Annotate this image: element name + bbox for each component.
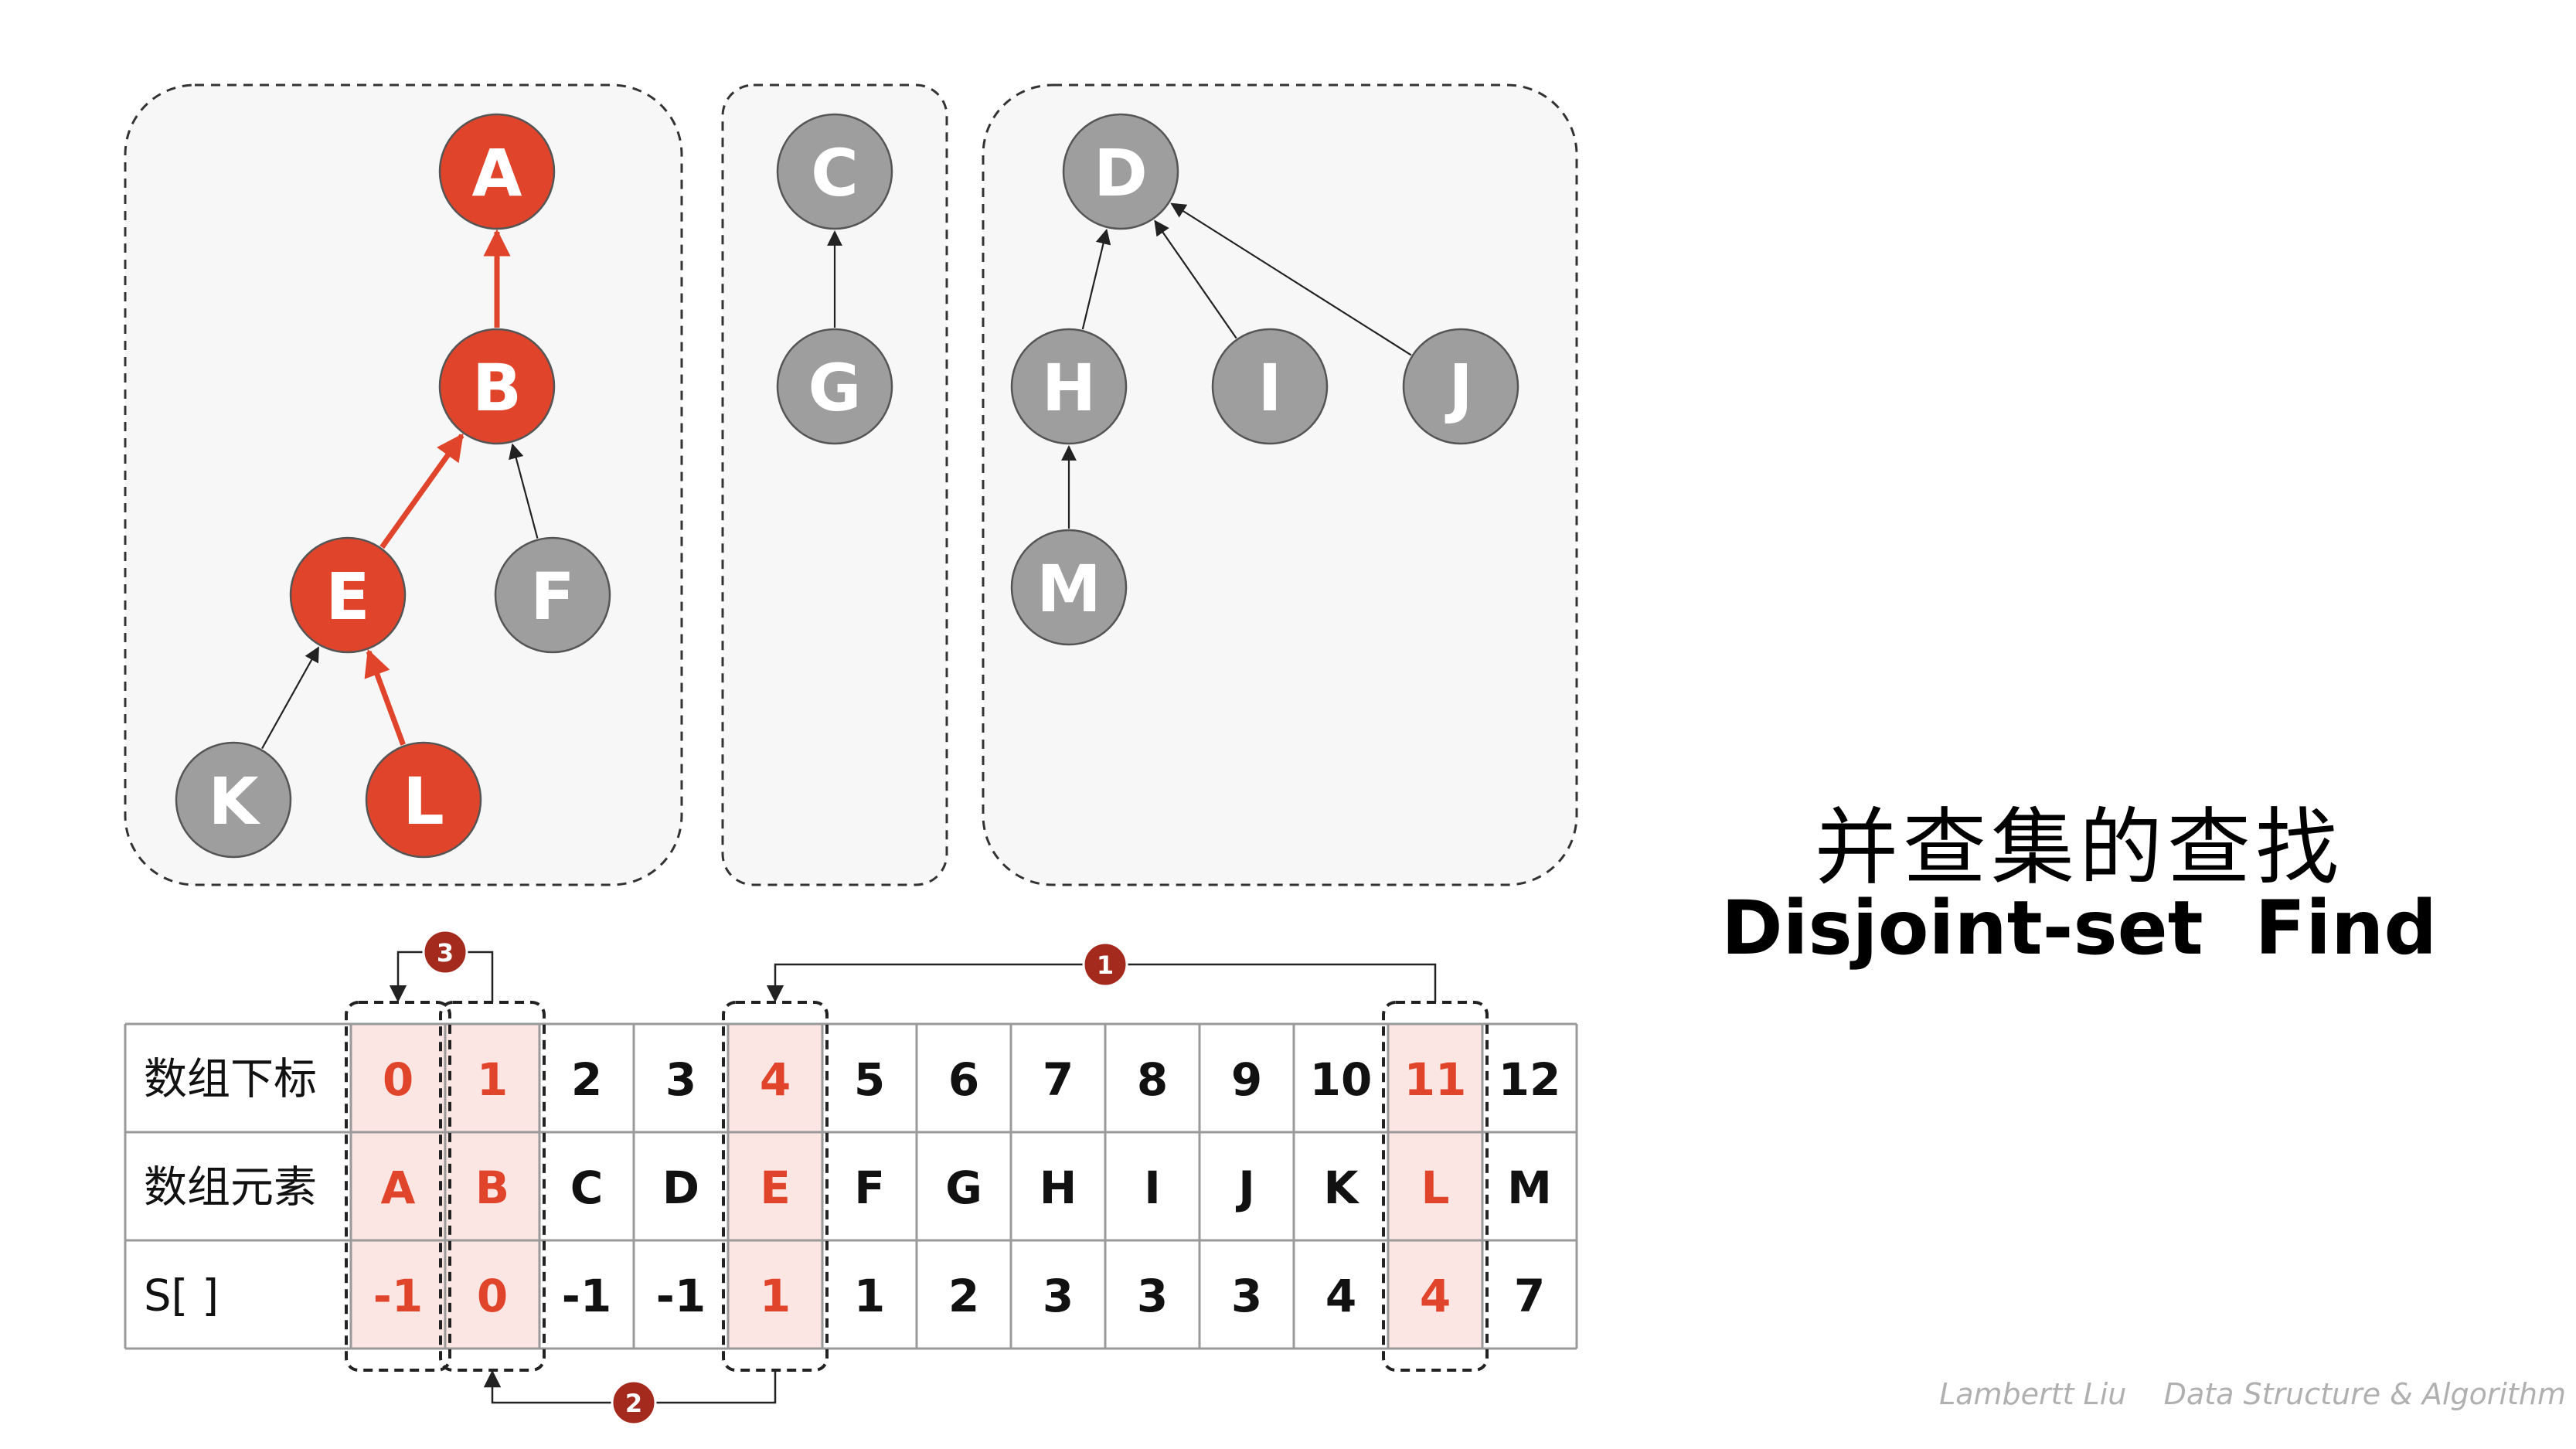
index-cell: 4 — [760, 1053, 791, 1106]
node-b: B — [438, 328, 556, 445]
parent-cell: 0 — [477, 1270, 508, 1322]
parent-cell: -1 — [373, 1270, 423, 1322]
node-h: H — [1010, 328, 1128, 445]
index-cell: 5 — [854, 1053, 885, 1106]
node-label: C — [811, 135, 859, 211]
element-cell: E — [760, 1162, 791, 1214]
parent-cell: 4 — [1420, 1270, 1451, 1322]
element-cell: M — [1507, 1162, 1552, 1214]
node-e: E — [289, 536, 407, 654]
step-connector-1: 1 — [766, 941, 1437, 1003]
index-cell: 7 — [1043, 1053, 1074, 1106]
node-label: F — [530, 559, 574, 634]
index-cell: 8 — [1137, 1053, 1168, 1106]
step-badge-number: 3 — [437, 938, 454, 968]
node-l: L — [365, 741, 482, 859]
node-m: M — [1010, 529, 1128, 646]
index-cell: 2 — [571, 1053, 602, 1106]
row-header: 数组下标 — [144, 1055, 317, 1105]
step-badge-number: 1 — [1097, 951, 1114, 980]
element-cell: L — [1421, 1162, 1450, 1214]
node-label: G — [808, 350, 862, 426]
element-cell: B — [475, 1162, 509, 1214]
node-j: J — [1402, 328, 1519, 445]
element-cell: H — [1040, 1162, 1077, 1214]
element-cell: D — [662, 1162, 699, 1214]
element-cell: J — [1235, 1162, 1255, 1214]
element-cell: I — [1144, 1162, 1161, 1214]
title-english: Disjoint-set Find — [1720, 885, 2438, 971]
parent-cell: 3 — [1137, 1270, 1168, 1322]
array-table: 数组下标数组元素S[ ]0 1 2 3 4 5 6 7 8 9 10 11 12A B C D E F G H I J K L… — [124, 1001, 1578, 1372]
node-label: J — [1445, 350, 1472, 426]
parent-cell: 2 — [948, 1270, 979, 1322]
set-group-d — [982, 83, 1578, 886]
index-cell: 12 — [1499, 1053, 1561, 1106]
index-cell: 3 — [665, 1053, 696, 1106]
parent-cell: 1 — [760, 1270, 791, 1322]
parent-cell: 1 — [854, 1270, 885, 1322]
node-d: D — [1062, 113, 1179, 230]
node-label: B — [472, 350, 522, 426]
node-c: C — [776, 113, 893, 230]
node-label: E — [325, 559, 369, 634]
node-k: K — [175, 741, 292, 859]
index-cell: 6 — [948, 1053, 979, 1106]
node-label: I — [1257, 350, 1281, 426]
step-connector-3: 3 — [389, 929, 494, 1003]
step-badge-number: 2 — [625, 1389, 642, 1418]
index-cell: 1 — [477, 1053, 508, 1106]
node-a: A — [438, 113, 556, 230]
element-cell: K — [1324, 1162, 1360, 1214]
node-label: H — [1042, 350, 1096, 426]
parent-cell: 7 — [1514, 1270, 1545, 1322]
node-i: I — [1211, 328, 1329, 445]
parent-cell: 3 — [1043, 1270, 1074, 1322]
parent-cell: -1 — [562, 1270, 611, 1322]
parent-cell: -1 — [656, 1270, 706, 1322]
index-cell: 9 — [1231, 1053, 1262, 1106]
credit-text: Lambertt Liu Data Structure & Algorithm — [1939, 1377, 2566, 1411]
element-cell: C — [570, 1162, 604, 1214]
element-cell: F — [854, 1162, 885, 1214]
parent-cell: 4 — [1325, 1270, 1356, 1322]
node-label: A — [471, 135, 522, 211]
node-label: M — [1036, 551, 1101, 627]
union-find-diagram: ABE FK LCGDH I JM 数组下标数组元素S[ ]0 1 2 3 4 5 6 7 8 9 10 11… — [124, 83, 1578, 1426]
index-cell: 10 — [1310, 1053, 1373, 1106]
element-cell: A — [381, 1162, 416, 1214]
node-label: L — [403, 764, 444, 839]
title-chinese: 并查集的查找 — [1814, 800, 2343, 896]
row-header: S[ ] — [144, 1271, 219, 1321]
parent-cell: 3 — [1231, 1270, 1262, 1322]
node-label: D — [1094, 135, 1148, 211]
element-cell: G — [945, 1162, 982, 1214]
node-g: G — [776, 328, 893, 445]
index-cell: 11 — [1404, 1053, 1467, 1106]
step-connector-2: 2 — [483, 1369, 777, 1426]
index-cell: 0 — [383, 1053, 413, 1106]
row-header: 数组元素 — [144, 1163, 317, 1213]
node-label: K — [208, 764, 260, 839]
node-f: F — [494, 536, 611, 654]
